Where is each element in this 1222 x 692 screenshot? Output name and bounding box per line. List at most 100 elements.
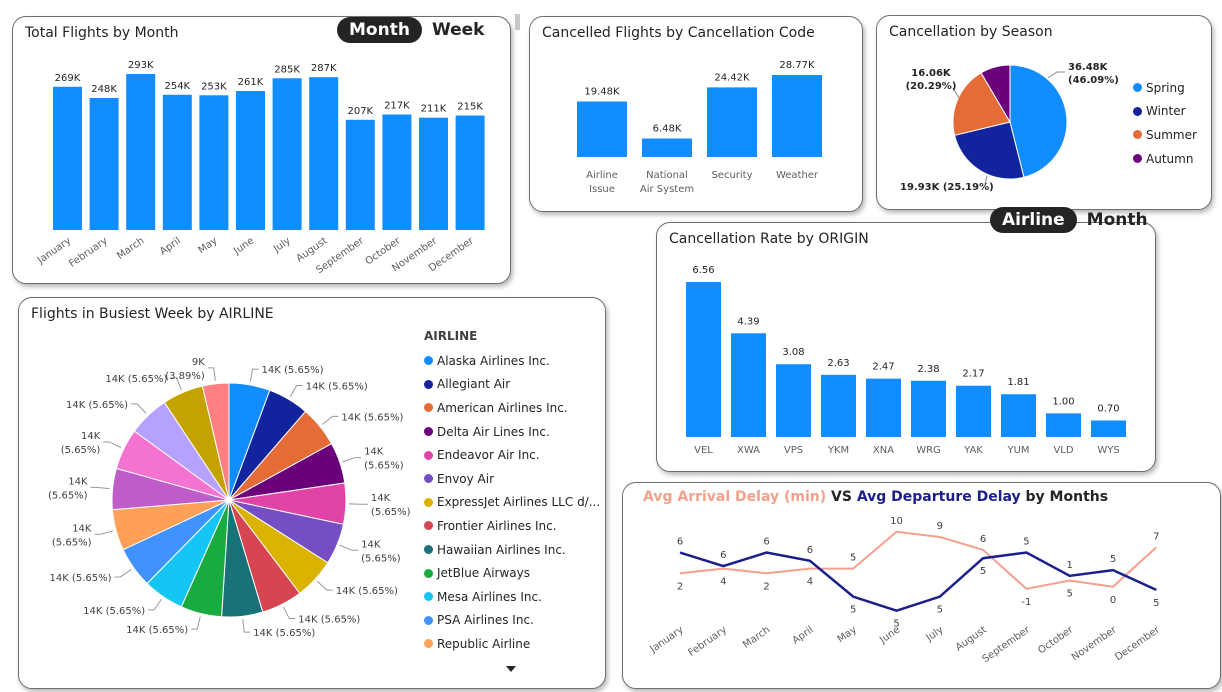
legend-item[interactable]: Frontier Airlines Inc. (424, 514, 600, 538)
bar (707, 87, 757, 157)
legend-item[interactable]: American Airlines Inc. (424, 396, 600, 420)
legend-item[interactable]: Spring (1133, 76, 1197, 100)
bar (199, 95, 229, 230)
x-tick-label: YUM (1006, 445, 1029, 456)
legend-item[interactable]: Alaska Airlines Inc. (424, 349, 600, 373)
cancellation-code-chart: 19.48K Airline Issue 6.48K National Air Syste… (577, 60, 822, 195)
airline-month-toggle[interactable]: Airline Month (990, 207, 1158, 233)
legend-item[interactable]: Delta Air Lines Inc. (424, 420, 600, 444)
toggle-airline-active[interactable]: Airline (990, 207, 1077, 233)
data-label: 5 (1023, 537, 1029, 548)
monthly-flights-card: Total Flights by Month 269K January 248K Fe… (12, 16, 511, 284)
bar (89, 97, 119, 230)
data-label: 7 (1153, 531, 1159, 542)
data-label: 14K (5.65%) (306, 382, 368, 393)
leader-line (282, 606, 296, 620)
bar (236, 91, 265, 231)
data-label: 4.39 (737, 316, 759, 327)
legend-dot (1133, 130, 1142, 140)
legend-item[interactable]: Mesa Airlines Inc. (424, 585, 600, 609)
legend-item[interactable]: Republic Airline (424, 632, 600, 656)
bar (911, 380, 946, 437)
legend-scroll-down-icon[interactable] (506, 666, 516, 672)
leader-line (342, 457, 362, 463)
data-label: 1.00 (1052, 396, 1074, 407)
legend-dot (424, 427, 433, 437)
legend-dot (1133, 106, 1142, 116)
x-tick-label: VEL (694, 445, 713, 456)
legend-item[interactable]: Summer (1133, 123, 1197, 147)
bar (53, 86, 82, 230)
legend-item[interactable]: Allegiant Air (424, 373, 600, 397)
data-label: 5 (1153, 598, 1159, 609)
legend-dot (424, 615, 433, 625)
data-label: 9K (3.89%) (165, 357, 205, 382)
data-label: 3.08 (782, 347, 804, 358)
legend-item[interactable]: Winter (1133, 100, 1197, 124)
toggle-month-active[interactable]: Month (337, 17, 422, 43)
legend-item[interactable]: Hawaiian Airlines Inc. (424, 538, 600, 562)
data-label: 5 (1067, 589, 1073, 600)
data-label: 36.48K (46.09%) (1068, 62, 1119, 86)
legend-label: Alaska Airlines Inc. (437, 353, 550, 368)
legend-label: Mesa Airlines Inc. (437, 589, 542, 604)
data-label: 14K (5.65%) (48, 476, 88, 501)
legend-label: Frontier Airlines Inc. (437, 518, 557, 533)
legend-label: ExpressJet Airlines LLC d/... (437, 495, 601, 510)
legend-label: PSA Airlines Inc. (437, 613, 534, 628)
toggle-week[interactable]: Week (422, 17, 495, 43)
origin-card: Cancellation Rate by ORIGIN 6.56 VEL 4.39 X… (656, 222, 1156, 472)
data-label: 14K (5.65%) (341, 412, 403, 423)
series-line (679, 551, 1157, 612)
data-label: 14K (5.65%) (49, 573, 111, 584)
data-label: 293K (128, 60, 154, 71)
leader-line (316, 580, 333, 591)
legend-item[interactable]: Autumn (1133, 147, 1197, 171)
monthly-flights-chart: 269KJanuary248KFebruary293KMarch254KApri… (35, 60, 485, 276)
data-label: 16.06K (20.29%) (906, 68, 957, 92)
legend-dot (424, 379, 433, 389)
x-tick-label: March (741, 624, 772, 650)
bar (162, 94, 192, 231)
legend-item[interactable]: Envoy Air (424, 467, 600, 491)
legend-item[interactable]: ExpressJet Airlines LLC d/... (424, 491, 600, 515)
legend-item[interactable]: Endeavor Air Inc. (424, 443, 600, 467)
data-label: 261K (238, 77, 264, 88)
x-tick-label: February (67, 235, 110, 269)
leader-line (249, 368, 259, 382)
month-week-toggle[interactable]: Month Week (337, 17, 494, 43)
bar (731, 333, 766, 437)
delay-line-chart: 26462646551059565-15510575January Februar… (648, 516, 1163, 665)
legend-label: American Airlines Inc. (437, 400, 568, 415)
series-line (679, 530, 1157, 590)
legend-item[interactable]: PSA Airlines Inc. (424, 609, 600, 633)
data-label: 285K (274, 64, 300, 75)
legend-dot (424, 545, 433, 555)
bar (345, 119, 375, 230)
x-tick-label: VLD (1053, 445, 1073, 456)
x-tick-label: Weather (776, 170, 819, 181)
leader-line (103, 441, 122, 449)
bar (821, 374, 856, 437)
legend-label: Delta Air Lines Inc. (437, 424, 550, 439)
legend-dot (424, 450, 433, 460)
x-tick-label: VPS (784, 445, 803, 456)
bar (772, 75, 822, 157)
legend-label: Summer (1146, 127, 1197, 142)
data-label: 2 (677, 581, 683, 592)
data-label: 287K (311, 63, 337, 74)
data-label: 211K (421, 104, 447, 115)
legend-dot (424, 403, 433, 413)
data-label: 248K (91, 84, 117, 95)
data-label: 14K (5.65%) (61, 431, 101, 456)
bar (866, 378, 901, 437)
data-label: 14K (5.65%) (298, 615, 360, 626)
legend-item[interactable]: JetBlue Airways (424, 561, 600, 585)
data-label: 28.77K (779, 60, 815, 71)
data-label: 5 (1110, 554, 1116, 565)
origin-rate-chart: 6.56 VEL 4.39 XWA 3.08 VPS 2.63 YKM 2.47 XNA 2.38 W… (686, 265, 1126, 456)
data-label: 6 (720, 550, 726, 561)
data-label: 14K (5.65%) (253, 628, 315, 639)
toggle-month[interactable]: Month (1077, 207, 1158, 233)
x-tick-label: WRG (916, 445, 941, 456)
